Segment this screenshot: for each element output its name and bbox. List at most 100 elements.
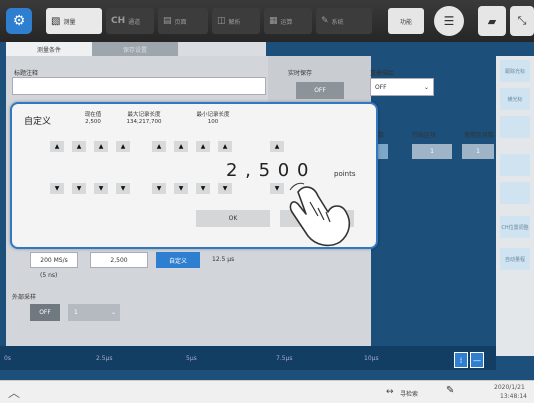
usb-icon: ✎ — [446, 385, 455, 396]
waveform-graph[interactable] — [0, 346, 496, 370]
record-length-field[interactable]: 2,500 — [90, 252, 148, 268]
tab-system[interactable]: ✎ 系统 — [316, 8, 372, 34]
digit-down-button[interactable]: ▼ — [174, 183, 188, 194]
overlay-select[interactable]: OFF ⌄ — [370, 78, 434, 96]
tab-measure[interactable]: ▧ 测量 — [46, 8, 102, 34]
collapse-button[interactable]: ⤡ — [510, 6, 534, 36]
digit-up-button[interactable]: ▲ — [72, 141, 86, 152]
col-start-block-label: 开始区块 — [412, 132, 437, 139]
digit-up-button[interactable]: ▲ — [218, 141, 232, 152]
function-button[interactable]: 功能 — [388, 8, 424, 34]
status-bar: ︿ ↔ 寻检索 ✎ 2020/1/21 13:48:14 — [0, 380, 534, 403]
digit-down-button[interactable]: ▼ — [152, 183, 166, 194]
triangle-down-icon: ▼ — [178, 185, 184, 192]
record-length-display: 2 , 5 0 0 — [226, 160, 310, 181]
triangle-down-icon: ▼ — [156, 185, 162, 192]
tab-channel[interactable]: CH 通道 — [106, 8, 154, 34]
ok-button[interactable]: OK — [196, 210, 270, 227]
triangle-up-icon: ▲ — [76, 143, 82, 150]
block-count-box[interactable] — [378, 144, 388, 159]
list-icon: ☰ — [443, 14, 455, 28]
sidebar-item-blank-1[interactable] — [500, 116, 530, 138]
title-comment-input[interactable] — [12, 77, 266, 95]
digit-down-button[interactable]: ▼ — [94, 183, 108, 194]
digit-up-button[interactable]: ▲ — [50, 141, 64, 152]
triangle-up-icon: ▲ — [178, 143, 184, 150]
sidebar-item-h-cursor[interactable]: 横光标 — [500, 88, 530, 110]
digit-down-button[interactable]: ▼ — [196, 183, 210, 194]
triangle-up-icon: ▲ — [274, 143, 280, 150]
tab-save-settings[interactable]: 保存设置 — [92, 42, 178, 56]
right-sidebar: 跟踪光标 横光标 CH位置调整 自动量程 — [496, 56, 534, 356]
digit-down-button[interactable]: ▼ — [116, 183, 130, 194]
list-menu-button[interactable]: ☰ — [434, 6, 464, 36]
chevron-up-icon[interactable]: ︿ — [8, 384, 20, 401]
tab-analysis[interactable]: ◫ 解析 — [212, 8, 260, 34]
external-sampling-label: 外部采样 — [12, 294, 37, 301]
triangle-down-icon: ▼ — [54, 185, 60, 192]
triangle-down-icon: ▼ — [222, 185, 228, 192]
axis-tick: 10μs — [364, 355, 379, 362]
digit-up-button[interactable]: ▲ — [152, 141, 166, 152]
digit-up-button[interactable]: ▲ — [174, 141, 188, 152]
digit-down-button[interactable]: ▼ — [72, 183, 86, 194]
triangle-up-icon: ▲ — [156, 143, 162, 150]
digit-down-button[interactable]: ▼ — [50, 183, 64, 194]
max-length-header: 最大记录长度 134,217,700 — [126, 112, 162, 125]
tab-calc[interactable]: ▦ 运算 — [264, 8, 312, 34]
external-sampling-toggle[interactable]: OFF — [30, 304, 60, 321]
digit-down-button[interactable]: ▼ — [218, 183, 232, 194]
custom-button[interactable]: 自定义 — [156, 252, 200, 268]
wrench-icon: ✎ — [321, 16, 329, 26]
calc-icon: ▦ — [269, 16, 278, 26]
axis-tick: 7.5μs — [276, 355, 293, 362]
triangle-down-icon: ▼ — [274, 185, 280, 192]
tab-measure-conditions[interactable]: 测量条件 — [6, 42, 92, 56]
status-time: 13:48:14 — [500, 393, 527, 400]
h-cursor-button[interactable]: — — [470, 352, 484, 368]
triangle-down-icon: ▼ — [120, 185, 126, 192]
settings-gear-button[interactable]: ⚙ — [6, 8, 32, 34]
digit-up-button[interactable]: ▲ — [270, 141, 284, 152]
triangle-up-icon: ▲ — [98, 143, 104, 150]
folder-button[interactable]: ▰ — [478, 6, 506, 36]
digit-up-button[interactable]: ▲ — [94, 141, 108, 152]
folder-icon: ▰ — [487, 14, 497, 28]
settings-tabs: 测量条件 保存设置 — [6, 42, 266, 56]
tab-sheet[interactable]: ▤ 页面 — [158, 8, 208, 34]
chevron-down-icon: ⌄ — [110, 309, 116, 316]
axis-tick: 2.5μs — [96, 355, 113, 362]
sidebar-item-ch-position[interactable]: CH位置调整 — [500, 216, 530, 238]
use-blocks-field[interactable]: 1 — [462, 144, 494, 159]
col-count-label: 数 — [378, 132, 385, 139]
digit-down-button[interactable]: ▼ — [270, 183, 284, 194]
search-arrows-icon: ↔ — [386, 387, 394, 397]
analysis-icon: ◫ — [217, 16, 226, 26]
title-comment-label: 标题注释 — [14, 70, 39, 77]
dialog-title: 自定义 — [24, 117, 52, 127]
digit-up-button[interactable]: ▲ — [116, 141, 130, 152]
digit-up-button[interactable]: ▲ — [196, 141, 210, 152]
triangle-up-icon: ▲ — [54, 143, 60, 150]
realtime-save-toggle[interactable]: OFF — [296, 82, 344, 99]
axis-tick: 5μs — [186, 355, 197, 362]
search-label[interactable]: 寻检索 — [400, 389, 418, 398]
sidebar-item-blank-2[interactable] — [500, 154, 530, 176]
realtime-save-label: 实时保存 — [288, 70, 313, 77]
col-use-blocks-label: 使用区块数 — [464, 132, 495, 139]
cursor-mode-button[interactable]: ⁞ — [454, 352, 468, 368]
chevron-down-icon: ⌄ — [423, 83, 429, 91]
external-divide-select[interactable]: 1 ⌄ — [68, 304, 120, 321]
sidebar-item-trace-cursor[interactable]: 跟踪光标 — [500, 60, 530, 82]
status-date: 2020/1/21 — [494, 384, 525, 391]
sidebar-item-auto-range[interactable]: 自动量程 — [500, 248, 530, 270]
sampling-rate-field[interactable]: 200 MS/s — [30, 252, 78, 268]
axis-tick: 0s — [4, 355, 11, 362]
waveform-icon: ▧ — [51, 15, 61, 27]
start-block-field[interactable]: 1 — [412, 144, 452, 159]
v-cursor-icon: ⁞ — [459, 355, 463, 365]
sheet-icon: ▤ — [163, 16, 172, 26]
sidebar-item-blank-3[interactable] — [500, 182, 530, 204]
triangle-up-icon: ▲ — [200, 143, 206, 150]
top-toolbar: ⚙ ▧ 测量 CH 通道 ▤ 页面 ◫ 解析 ▦ 运算 ✎ 系统 功能 ☰ ▰ ⤡ — [0, 0, 534, 42]
